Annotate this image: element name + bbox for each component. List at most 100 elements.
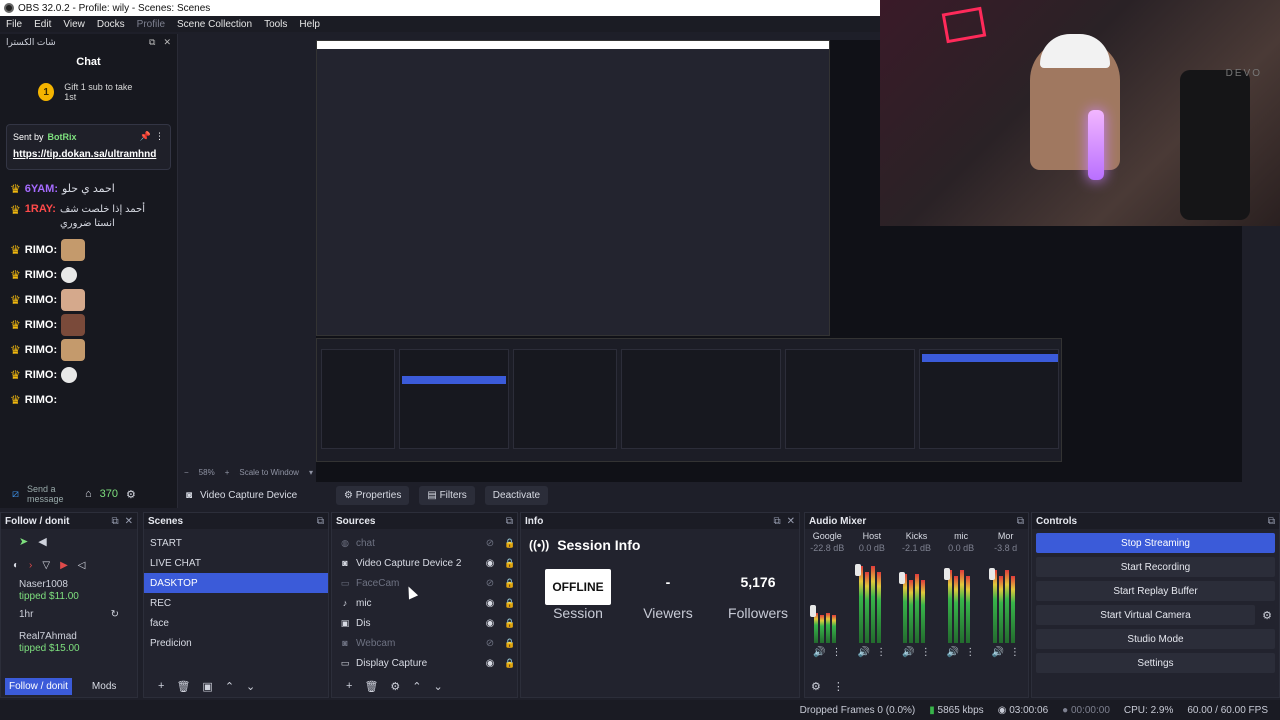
announce-icon[interactable]: ◀ — [38, 535, 46, 548]
scene-item[interactable]: START — [144, 533, 328, 553]
more-icon[interactable]: ⋮ — [921, 647, 931, 658]
volume-fader[interactable] — [944, 568, 951, 580]
scene-item[interactable]: REC — [144, 593, 328, 613]
chevron-down-icon[interactable]: ▾ — [309, 468, 313, 477]
deactivate-button[interactable]: Deactivate — [484, 485, 549, 505]
chevron-up-icon[interactable]: ⌃ — [412, 680, 421, 693]
chat-username[interactable]: RIMO: — [25, 319, 57, 331]
lock-icon[interactable]: 🔒 — [503, 618, 517, 629]
more-icon[interactable]: ⋮ — [1010, 647, 1020, 658]
gear-icon[interactable]: ⚙ — [390, 680, 400, 693]
volume-meter[interactable] — [810, 557, 844, 643]
menu-scene-collection[interactable]: Scene Collection — [171, 19, 258, 30]
source-item[interactable]: ◙ Video Capture Device 2 ◉ 🔒 — [332, 553, 517, 573]
speaker-icon[interactable]: 🔊 — [813, 647, 825, 658]
menu-help[interactable]: Help — [293, 19, 326, 30]
close-icon[interactable]: ✕ — [163, 37, 171, 48]
zoom-out-button[interactable]: − — [184, 468, 189, 477]
float-icon[interactable]: ⧉ — [111, 516, 118, 527]
source-item[interactable]: ♪ mic ◉ 🔒 — [332, 593, 517, 613]
chevron-down-icon[interactable]: ⌄ — [434, 680, 443, 693]
lock-icon[interactable]: 🔒 — [503, 598, 517, 609]
hidden-icon[interactable]: ⊘ — [483, 538, 497, 549]
replay-icon[interactable]: ↻ — [111, 609, 119, 621]
chat-username[interactable]: RIMO: — [25, 369, 57, 381]
more-icon[interactable]: ⋮ — [876, 647, 886, 658]
properties-button[interactable]: ⚙ Properties — [336, 485, 410, 505]
lock-icon[interactable]: 🔒 — [503, 578, 517, 589]
pin-icon[interactable]: 📌 — [140, 131, 151, 142]
settings-button[interactable]: Settings — [1036, 653, 1275, 673]
chevron-right-icon[interactable]: › — [29, 560, 32, 571]
pinned-message[interactable]: Sent by BotRix 📌 ⋮ https://tip.dokan.sa/… — [6, 124, 171, 170]
source-item[interactable]: ◍ chat ⊘ 🔒 — [332, 533, 517, 553]
chat-username[interactable]: RIMO: — [25, 244, 57, 256]
points-counter[interactable]: 370 — [100, 488, 118, 500]
float-icon[interactable]: ⧉ — [773, 516, 780, 527]
source-item[interactable]: ▭ Display Capture ◉ 🔒 — [332, 653, 517, 673]
close-icon[interactable]: ✕ — [125, 516, 133, 527]
scene-item[interactable]: Predicion — [144, 633, 328, 653]
chat-username[interactable]: RIMO: — [25, 269, 57, 281]
volume-meter[interactable] — [988, 557, 1023, 643]
add-icon[interactable]: + — [158, 680, 164, 692]
scene-item[interactable]: LIVE CHAT — [144, 553, 328, 573]
eye-icon[interactable]: ◉ — [483, 598, 497, 609]
store-icon[interactable]: ⌂ — [85, 488, 92, 500]
lock-icon[interactable]: 🔒 — [503, 538, 517, 549]
filter-icon[interactable]: ▽ — [42, 560, 50, 571]
volume-meter[interactable] — [854, 557, 889, 643]
source-item[interactable]: ▣ Dis ◉ 🔒 — [332, 613, 517, 633]
menu-docks[interactable]: Docks — [91, 19, 131, 30]
eye-icon[interactable]: ◉ — [483, 658, 497, 669]
chat-username[interactable]: 6YAM: — [25, 183, 58, 195]
chat-username[interactable]: RIMO: — [25, 394, 57, 406]
mixer-settings-icon[interactable]: ⚙ — [811, 680, 821, 693]
start-replay-buffer-button[interactable]: Start Replay Buffer — [1036, 581, 1275, 601]
pinned-url[interactable]: https://tip.dokan.sa/ultramhnd — [13, 148, 164, 161]
add-icon[interactable]: + — [346, 680, 352, 692]
speaker-icon[interactable]: 🔊 — [858, 647, 870, 658]
tab-mods[interactable]: Mods — [88, 678, 120, 695]
eye-icon[interactable]: ◉ — [483, 618, 497, 629]
gear-icon[interactable]: ⚙ — [1259, 609, 1275, 622]
studio-mode-button[interactable]: Studio Mode — [1036, 629, 1275, 649]
speaker-icon[interactable]: 🔊 — [947, 647, 959, 658]
settings-icon[interactable]: ⚙ — [126, 488, 136, 501]
menu-edit[interactable]: Edit — [28, 19, 57, 30]
gift-banner[interactable]: 1 Gift 1 sub to take 1st — [0, 78, 177, 106]
volume-fader[interactable] — [988, 568, 995, 580]
scene-item-selected[interactable]: DASKTOP — [144, 573, 328, 593]
scene-filters-icon[interactable]: ▣ — [202, 680, 212, 693]
volume-fader[interactable] — [810, 605, 817, 617]
lock-icon[interactable]: 🔒 — [503, 638, 517, 649]
send-icon[interactable]: ➤ — [19, 535, 28, 548]
scene-item[interactable]: face — [144, 613, 328, 633]
volume-icon[interactable]: ◁ — [78, 560, 86, 571]
menu-profile[interactable]: Profile — [131, 19, 171, 30]
more-icon[interactable]: ⋮ — [832, 647, 842, 658]
start-virtual-camera-button[interactable]: Start Virtual Camera — [1036, 605, 1255, 625]
lock-icon[interactable]: 🔒 — [503, 658, 517, 669]
volume-fader[interactable] — [899, 572, 906, 584]
float-icon[interactable]: ⧉ — [1017, 516, 1024, 527]
source-item[interactable]: ▭ FaceCam ⊘ 🔒 — [332, 573, 517, 593]
more-icon[interactable]: ⋮ — [155, 131, 164, 142]
chat-input[interactable]: Send a message — [27, 484, 77, 504]
float-icon[interactable]: ⧉ — [317, 516, 324, 527]
float-icon[interactable]: ⧉ — [506, 516, 513, 527]
menu-tools[interactable]: Tools — [258, 19, 293, 30]
volume-meter[interactable] — [944, 557, 978, 643]
hidden-icon[interactable]: ⊘ — [483, 578, 497, 589]
chat-username[interactable]: RIMO: — [25, 344, 57, 356]
zoom-in-button[interactable]: + — [225, 468, 230, 477]
source-item[interactable]: ◙ Webcam ⊘ 🔒 — [332, 633, 517, 653]
close-icon[interactable]: ✕ — [787, 516, 795, 527]
more-icon[interactable]: ⋮ — [965, 647, 975, 658]
chat-username[interactable]: 1RAY: — [25, 203, 56, 215]
play-icon[interactable]: ▶ — [60, 560, 68, 571]
start-recording-button[interactable]: Start Recording — [1036, 557, 1275, 577]
stop-streaming-button[interactable]: Stop Streaming — [1036, 533, 1275, 553]
float-icon[interactable]: ⧉ — [149, 37, 155, 48]
filters-button[interactable]: ▤ Filters — [419, 485, 475, 505]
